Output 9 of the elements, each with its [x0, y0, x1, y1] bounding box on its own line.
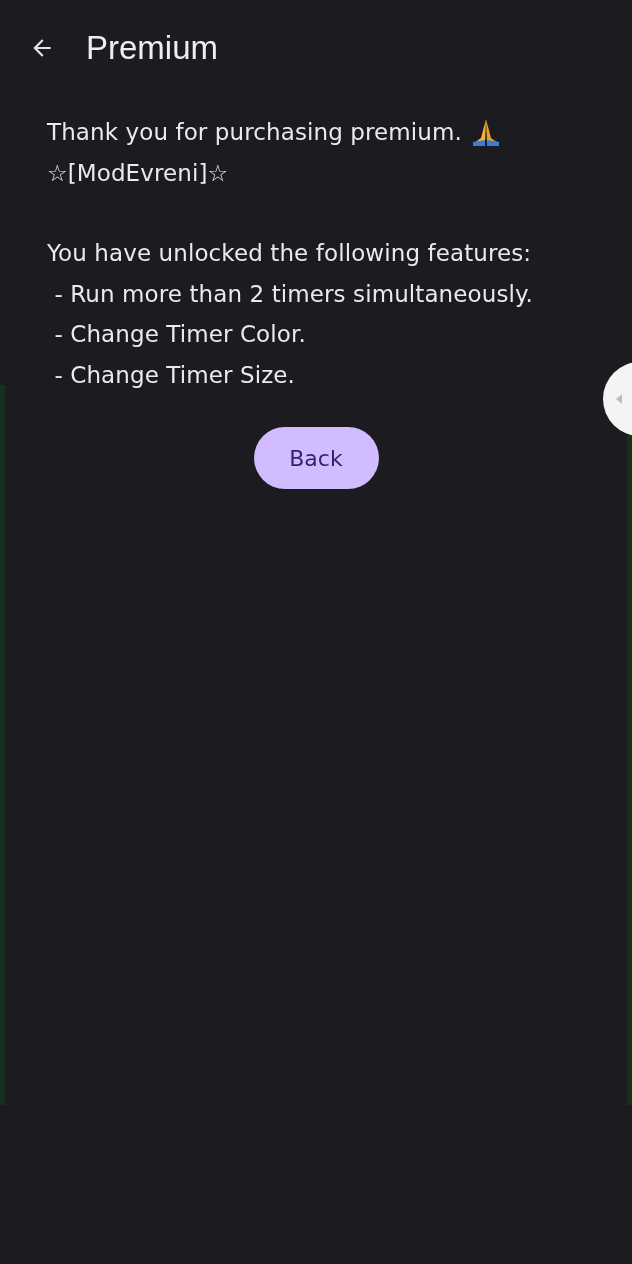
message-text: You have unlocked the following features:: [47, 240, 532, 267]
message-text: - Change Timer Size.: [53, 361, 295, 388]
screen-title: Premium: [86, 29, 219, 67]
floating-bubble-icon[interactable]: [602, 361, 632, 437]
message-text: - Run more than 2 timers simultaneously.: [53, 280, 533, 307]
back-button[interactable]: Back: [253, 427, 379, 489]
message-text: Thank you for purchasing premium.: [47, 119, 462, 146]
message-text: - Change Timer Color.: [53, 321, 306, 348]
message-text: ☆[ModEvreni]☆: [47, 159, 229, 186]
